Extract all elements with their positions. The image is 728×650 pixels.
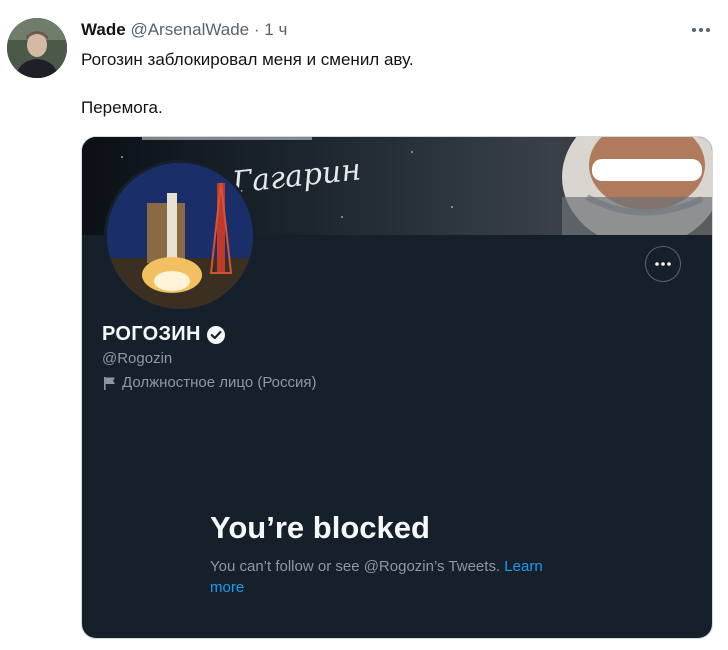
more-options-icon (655, 262, 671, 266)
profile-label: Должностное лицо (Россия) (102, 374, 317, 391)
blocked-message: You can’t follow or see @Rogozin’s Tweet… (210, 556, 570, 598)
tweet-line-1: Рогозин заблокировал меня и сменил аву. (81, 50, 414, 69)
blocked-title: You’re blocked (210, 510, 430, 545)
embedded-screenshot[interactable]: Гагарин РОГОЗИН @Rogozin Должностное лиц… (82, 137, 712, 638)
profile-display-name: РОГОЗИН (102, 323, 201, 345)
tweet-line-2: Перемога. (81, 98, 163, 117)
profile-more-button[interactable] (645, 246, 681, 282)
profile-label-text: Должностное лицо (Россия) (122, 374, 317, 391)
profile-handle: @Rogozin (102, 350, 173, 367)
flag-icon (104, 376, 115, 390)
verified-badge-icon (206, 325, 225, 344)
blocked-message-text: You can’t follow or see @Rogozin’s Tweet… (210, 558, 501, 575)
more-options-icon[interactable] (690, 22, 712, 38)
author-name[interactable]: Wade (81, 20, 126, 39)
tweet-header: Wade @ArsenalWade · 1 ч (81, 20, 287, 40)
author-handle[interactable]: @ArsenalWade (130, 20, 249, 39)
tweet-time[interactable]: 1 ч (264, 20, 287, 39)
tweet-text: Рогозин заблокировал меня и сменил аву. … (81, 48, 414, 120)
profile-name-row: РОГОЗИН (102, 323, 226, 346)
author-avatar[interactable] (7, 18, 67, 78)
separator-dot: · (253, 20, 260, 39)
profile-avatar (104, 160, 256, 312)
